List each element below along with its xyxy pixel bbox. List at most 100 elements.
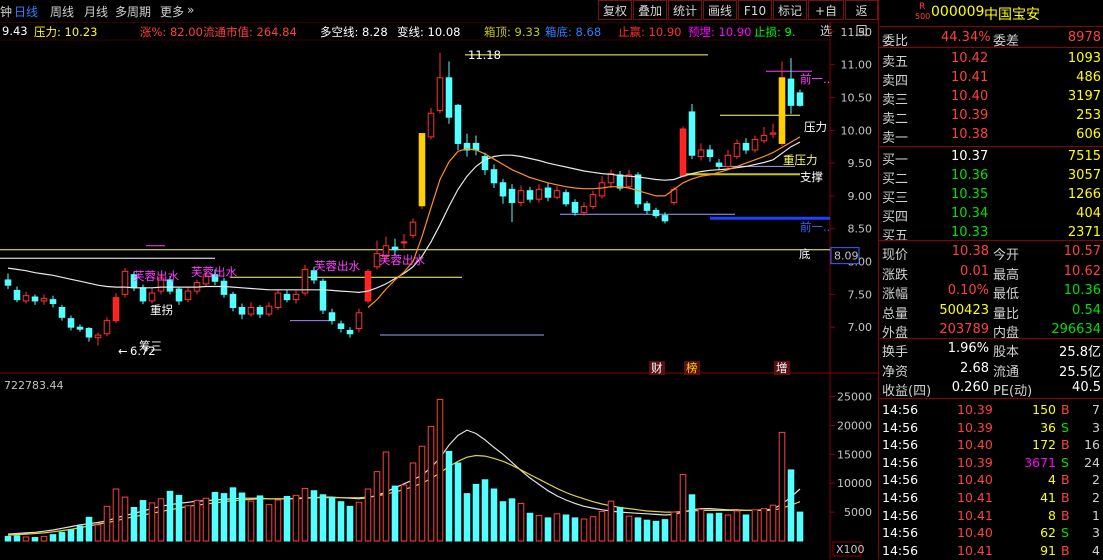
candle-body: [499, 182, 507, 197]
candle-body: [85, 327, 93, 338]
asks-row: 卖三 10.40 3197: [879, 88, 1103, 108]
candle-body: [31, 296, 39, 302]
ma-line-orange: [367, 136, 801, 308]
candle-body: [220, 280, 228, 295]
signal-label: 芙蓉出水: [314, 259, 360, 273]
candle-body: [112, 297, 120, 322]
asks-row: 卖四 10.41 486: [879, 69, 1103, 89]
trade-time: 14:56: [882, 419, 919, 435]
candle-body: [328, 312, 336, 322]
candle-body: [22, 295, 30, 302]
trade-price: 10.39: [957, 419, 993, 435]
volume-tick-label: 20000: [837, 419, 872, 432]
kline-chart[interactable]: 11.18← 6.72芙蓉出水 芙蓉出水 芙蓉出水 芙蓉出水重拐筹三前一..压力重压力支…: [0, 0, 878, 559]
volume-bar: [787, 469, 795, 542]
asks-row: 卖一 10.38 606: [879, 126, 1103, 146]
volume-bar: [778, 431, 786, 542]
volume-bar: [301, 487, 309, 542]
stats2-value: 0.260: [951, 380, 989, 395]
volume-bar: [391, 485, 399, 542]
candle-body: [346, 329, 354, 335]
stats-row: 外盘 203789 内盘 296634: [879, 321, 1103, 341]
candle-body: [436, 77, 444, 112]
bids-label: 买三: [882, 191, 909, 206]
bids-label: 买四: [882, 210, 909, 225]
volume-bar: [355, 501, 363, 542]
volume-bar: [679, 474, 687, 542]
stock-header[interactable]: R 500 000009 中国宝安: [879, 0, 1103, 27]
trade-volume: 41: [1040, 490, 1056, 505]
level-label: 重压力: [783, 153, 818, 167]
candle-body: [409, 221, 417, 236]
divider: [879, 47, 1103, 48]
volume-bar: [463, 493, 471, 542]
event-label: 财: [651, 361, 663, 375]
chart-annotations: 11.18← 6.72芙蓉出水 芙蓉出水 芙蓉出水 芙蓉出水重拐筹三前一..压力重压力支…: [118, 48, 830, 375]
stats-label: 最低: [993, 287, 1020, 302]
stats-row: 总量 500423 量比 0.54: [879, 302, 1103, 322]
asks-row: 卖二 10.39 253: [879, 107, 1103, 127]
trade-count: 3: [1092, 419, 1100, 435]
r-sub: 500: [915, 12, 931, 21]
stats-value: 0.01: [960, 263, 989, 279]
trade-price: 10.40: [957, 472, 993, 488]
trade-volume: 36: [1040, 419, 1056, 435]
candle-body: [49, 299, 57, 305]
stats-value: 500423: [939, 302, 989, 318]
volume-bar: [562, 514, 570, 542]
high-price-label: 11.18: [468, 48, 501, 62]
candle-body: [58, 306, 66, 318]
candle-body: [724, 154, 732, 167]
candle-body: [490, 169, 498, 184]
candle-body: [787, 78, 795, 106]
trade-side: S: [1061, 525, 1069, 541]
asks-label: 卖四: [882, 74, 909, 89]
trade-price: 10.39: [957, 454, 993, 470]
trade-volume: 62: [1040, 525, 1056, 541]
candle-body: [571, 201, 579, 213]
stats2-label: 流通: [993, 364, 1020, 380]
stats-row: 涨幅 0.10% 最低 10.36: [879, 282, 1103, 302]
trade-side: B: [1061, 402, 1070, 417]
volume-bar: [508, 498, 516, 542]
volume-bar: [139, 500, 147, 542]
asks-label: 卖二: [882, 112, 909, 127]
trade-side: S: [1061, 454, 1069, 470]
volume-bar: [751, 509, 759, 542]
stats2-label: 收益(四): [882, 384, 932, 399]
candle-body: [40, 297, 48, 302]
candle-body: [148, 292, 156, 302]
candle-body: [337, 323, 345, 329]
candle-body: [562, 192, 570, 205]
volume-bar: [58, 531, 66, 542]
stats-label: 涨幅: [882, 287, 909, 302]
price-tick-label: 9.50: [848, 157, 873, 170]
asks-label: 卖一: [882, 131, 909, 146]
bids-price: 10.37: [951, 149, 989, 164]
candle-body: [319, 280, 327, 311]
stats-label: 最高: [993, 267, 1020, 283]
volume-bar: [535, 515, 543, 542]
stats2-value: 1.96%: [947, 341, 989, 356]
candle-body: [4, 279, 12, 286]
trade-side: B: [1061, 542, 1070, 558]
bids-row: 买四 10.34 404: [879, 205, 1103, 225]
candle-body: [355, 312, 363, 329]
volume-bar: [454, 462, 462, 542]
volume-bar: [175, 494, 183, 542]
trade-row: 14:56 10.41 41 B 2: [879, 489, 1103, 507]
volume-bar: [616, 506, 624, 542]
trade-row: 14:56 10.41 8 B 1: [879, 507, 1103, 525]
trade-time: 14:56: [882, 525, 919, 541]
candle-body: [427, 112, 435, 138]
asks-price: 10.41: [951, 70, 989, 85]
stats-value: 10.38: [951, 244, 989, 259]
volume-bar: [652, 520, 660, 542]
trade-time: 14:56: [882, 437, 919, 453]
volume-bar: [130, 506, 138, 542]
candle-body: [391, 246, 399, 251]
event-label: 增: [776, 361, 788, 375]
trade-price: 10.41: [957, 507, 993, 523]
trade-count: 16: [1084, 437, 1100, 453]
volume-bar: [625, 515, 633, 542]
